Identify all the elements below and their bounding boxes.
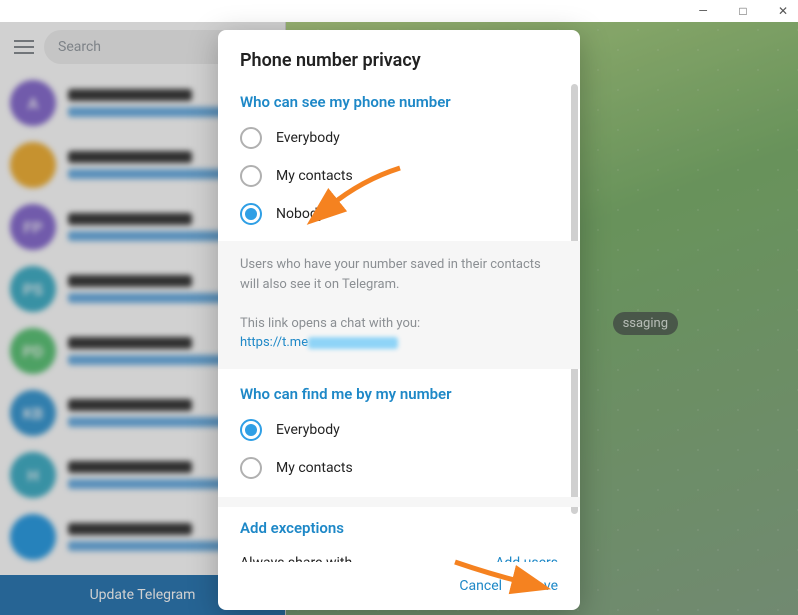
maximize-button[interactable]: □ (734, 4, 752, 18)
radio-icon (240, 203, 262, 225)
option-label: Nobody (276, 206, 324, 222)
divider (218, 497, 580, 507)
option-see-everybody[interactable]: Everybody (218, 119, 580, 157)
info-text-2: This link opens a chat with you: (240, 314, 558, 334)
close-window-button[interactable]: ✕ (774, 4, 792, 18)
section-who-can-find: Who can find me by my number (218, 369, 580, 411)
info-text-1: Users who have your number saved in thei… (240, 255, 558, 294)
info-block: Users who have your number saved in thei… (218, 241, 580, 369)
option-label: My contacts (276, 460, 353, 476)
window-titlebar: — □ ✕ (0, 0, 798, 22)
option-find-everybody[interactable]: Everybody (218, 411, 580, 449)
radio-icon (240, 457, 262, 479)
section-exceptions: Add exceptions (218, 507, 580, 545)
radio-icon (240, 127, 262, 149)
add-users-link[interactable]: Add users (495, 555, 558, 563)
option-label: Everybody (276, 130, 340, 146)
tme-link[interactable]: https://t.me (240, 335, 308, 350)
save-button[interactable]: Save (528, 578, 558, 594)
option-see-mycontacts[interactable]: My contacts (218, 157, 580, 195)
dialog-footer: Cancel Save (218, 562, 580, 610)
option-find-mycontacts[interactable]: My contacts (218, 449, 580, 487)
option-label: My contacts (276, 168, 353, 184)
option-label: Everybody (276, 422, 340, 438)
tme-link-blurred (308, 337, 398, 349)
option-see-nobody[interactable]: Nobody (218, 195, 580, 233)
dialog-body[interactable]: Who can see my phone number Everybody My… (218, 85, 580, 562)
exception-always-share[interactable]: Always share with Add users (218, 545, 580, 563)
exception-label: Always share with (240, 555, 352, 563)
dialog-title: Phone number privacy (218, 30, 580, 85)
cancel-button[interactable]: Cancel (459, 578, 502, 594)
section-who-can-see: Who can see my phone number (218, 85, 580, 119)
radio-icon (240, 419, 262, 441)
radio-icon (240, 165, 262, 187)
minimize-button[interactable]: — (694, 4, 712, 18)
phone-privacy-dialog: Phone number privacy Who can see my phon… (218, 30, 580, 610)
